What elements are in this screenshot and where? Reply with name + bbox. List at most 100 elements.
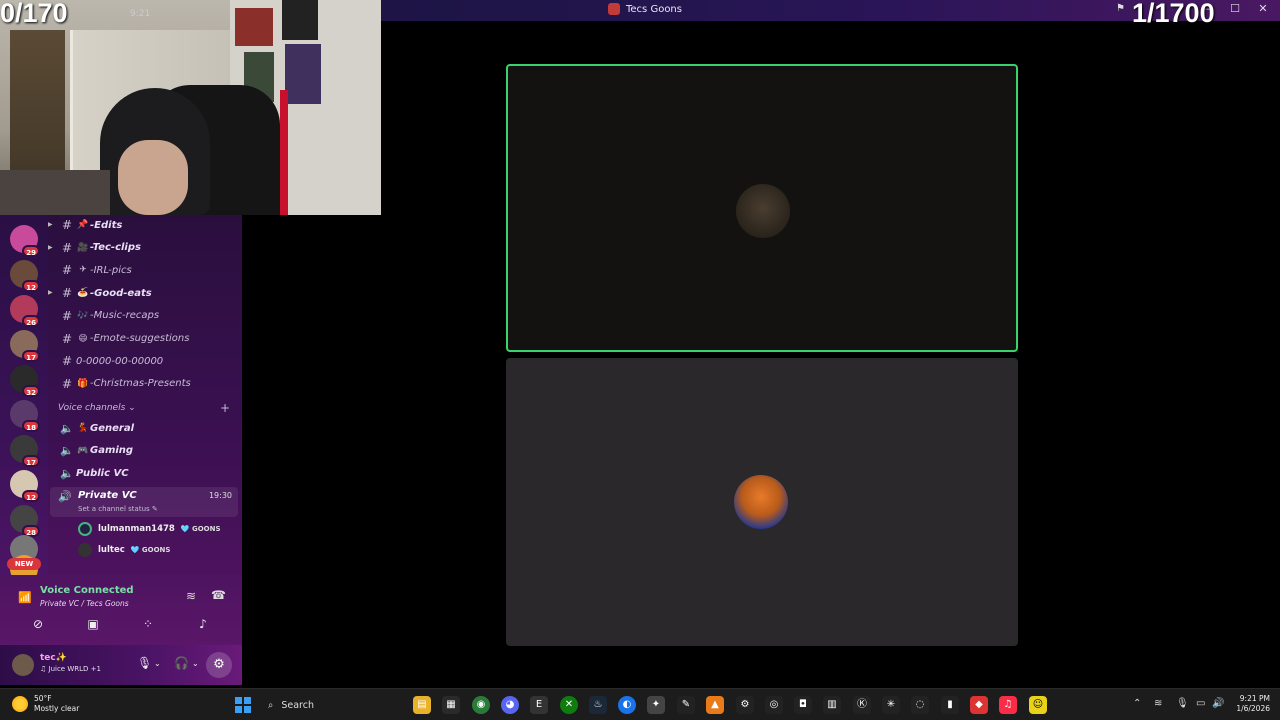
set-channel-status[interactable]: Set a channel status ✎ xyxy=(78,505,158,513)
voice-channel[interactable]: 🔈 Public VC xyxy=(58,463,128,483)
add-channel-button[interactable]: + xyxy=(220,401,230,415)
soundboard-icon[interactable]: ♪ xyxy=(192,617,214,637)
channel-emoji-icon: 💃 xyxy=(77,423,89,433)
noise-suppression-icon[interactable]: ≋ xyxy=(186,589,196,603)
settings-icon[interactable]: ⚙ xyxy=(736,696,754,714)
voice-stage xyxy=(242,21,1280,685)
expand-arrow-icon[interactable]: ▶ xyxy=(48,221,54,228)
gift-icon: 🎁 xyxy=(77,378,89,389)
epic-games-icon[interactable]: E xyxy=(530,696,548,714)
participant-tile[interactable] xyxy=(506,358,1018,646)
chrome-icon[interactable]: ◉ xyxy=(472,696,490,714)
webcam-poster xyxy=(285,44,321,104)
participant-avatar xyxy=(736,184,790,238)
voice-connection-panel: 📶 Voice Connected Private VC / Tecs Goon… xyxy=(0,575,242,645)
server-icon[interactable]: 12 xyxy=(10,260,40,292)
app-icon[interactable]: ▮ xyxy=(941,696,959,714)
pin-icon: 📌 xyxy=(77,220,89,230)
server-icon[interactable]: 12 xyxy=(10,470,40,502)
pen-icon[interactable]: ✎ xyxy=(677,696,695,714)
app-icon[interactable]: ▲ xyxy=(706,696,724,714)
discord-icon[interactable]: ◕ xyxy=(501,696,519,714)
music-icon[interactable]: ♫ xyxy=(999,696,1017,714)
app-icon[interactable]: ✦ xyxy=(647,696,665,714)
activities-icon[interactable]: ⁘ xyxy=(137,617,159,637)
server-icon[interactable]: 17 xyxy=(10,330,40,362)
text-channel[interactable]: # ✈ -IRL-pics xyxy=(58,260,132,280)
network-icon[interactable]: ▭ xyxy=(1196,698,1205,709)
screen-share-icon[interactable]: ▣ xyxy=(82,617,104,637)
microphone-icon[interactable]: 🎙 xyxy=(137,656,152,670)
chevron-down-icon[interactable]: ⌄ xyxy=(154,659,161,668)
emote-icon: 😄 xyxy=(78,333,88,344)
file-explorer-icon[interactable]: ▤ xyxy=(413,696,431,714)
hash-icon: # xyxy=(61,376,73,391)
chevron-down-icon: ⌄ xyxy=(128,403,136,413)
app-icon[interactable]: ☺ xyxy=(1029,696,1047,714)
server-icon[interactable]: 17 xyxy=(10,435,40,467)
app-icon[interactable]: ◘ xyxy=(794,696,812,714)
start-logo-tile xyxy=(244,697,251,704)
app-icon[interactable]: ✳ xyxy=(882,696,900,714)
participant-avatar xyxy=(734,475,788,529)
disconnect-icon[interactable]: ☎ xyxy=(211,588,226,602)
taskbar-search[interactable]: ⌕ Search xyxy=(262,694,406,716)
browser-icon[interactable]: ◐ xyxy=(618,696,636,714)
voice-channels-header[interactable]: Voice channels ⌄ xyxy=(58,403,136,413)
voice-channel[interactable]: 🔈 💃 General xyxy=(58,418,134,438)
avatar[interactable] xyxy=(12,654,34,676)
app-icon[interactable]: ◆ xyxy=(970,696,988,714)
voice-channel[interactable]: 🔈 🎮 Gaming xyxy=(58,441,133,461)
expand-arrow-icon[interactable]: ▶ xyxy=(48,289,54,296)
participant-tile-speaking[interactable] xyxy=(506,64,1018,352)
start-logo-tile xyxy=(235,697,242,704)
app-icon[interactable]: Ⓚ xyxy=(853,696,871,714)
headphones-icon[interactable]: 🎧 xyxy=(174,656,189,670)
browser-icon[interactable]: ◌ xyxy=(911,696,929,714)
mention-badge: 17 xyxy=(22,350,40,362)
signal-icon[interactable]: 📶 xyxy=(18,591,32,604)
tray-icon[interactable]: ≋ xyxy=(1154,698,1162,709)
server-icon[interactable]: 29 xyxy=(10,225,40,257)
close-icon[interactable]: ✕ xyxy=(1256,2,1270,16)
text-channel[interactable]: # 🍝 -Good-eats xyxy=(58,283,152,303)
expand-arrow-icon[interactable]: ▶ xyxy=(48,244,54,251)
chevron-up-icon[interactable]: ⌃ xyxy=(1133,698,1141,709)
server-icon[interactable]: 18 xyxy=(10,400,40,432)
store-icon[interactable]: ▦ xyxy=(442,696,460,714)
microphone-icon[interactable]: 🎙 xyxy=(1176,698,1189,709)
voice-member[interactable]: lulmanman1478 🩵 GOONS xyxy=(78,520,221,538)
xbox-icon[interactable]: ✕ xyxy=(560,696,578,714)
server-icon[interactable]: 28 xyxy=(10,505,40,537)
gear-icon[interactable]: ⚙ xyxy=(206,652,232,678)
obs-icon[interactable]: ◎ xyxy=(765,696,783,714)
text-channel[interactable]: # 🎶 -Music-recaps xyxy=(58,306,159,326)
channel-name: Private VC xyxy=(78,490,137,501)
text-channel[interactable]: # 📌 -Edits xyxy=(58,215,122,235)
volume-icon[interactable]: 🔊 xyxy=(1212,698,1224,709)
voice-channel-private-vc[interactable]: 🔊 Private VC 19:30 Set a channel status … xyxy=(50,487,238,517)
webcam-overlay xyxy=(0,0,381,215)
steam-icon[interactable]: ♨ xyxy=(589,696,607,714)
username[interactable]: tec✨ xyxy=(40,653,67,663)
channel-name: -Christmas-Presents xyxy=(90,378,191,390)
clock[interactable]: 9:21 PM 1/6/2026 xyxy=(1226,694,1270,714)
channel-name: General xyxy=(90,422,134,434)
voice-connected-label[interactable]: Voice Connected xyxy=(40,585,134,596)
text-channel[interactable]: #0-0000-00-00000 xyxy=(58,351,163,371)
text-channel[interactable]: # 🎥 -Tec-clips xyxy=(58,238,141,258)
maximize-icon[interactable]: ☐ xyxy=(1228,2,1242,16)
text-channel[interactable]: # 😄 -Emote-suggestions xyxy=(58,329,189,349)
camera-off-icon[interactable]: ⊘ xyxy=(27,617,49,637)
inbox-flag-icon[interactable]: ⚑ xyxy=(1116,3,1128,15)
voice-member[interactable]: lultec 🩵 GOONS xyxy=(78,541,170,559)
chevron-down-icon[interactable]: ⌄ xyxy=(192,659,199,668)
text-channel[interactable]: # 🎁 -Christmas-Presents xyxy=(58,374,191,394)
member-name: lulmanman1478 xyxy=(98,524,175,534)
start-button[interactable] xyxy=(235,697,251,713)
weather-widget[interactable]: 50°F Mostly clear xyxy=(12,694,79,714)
server-icon[interactable]: 26 xyxy=(10,295,40,327)
app-icon[interactable]: ▥ xyxy=(823,696,841,714)
voice-location[interactable]: Private VC / Tecs Goons xyxy=(40,599,129,608)
server-icon[interactable]: 32 xyxy=(10,365,40,397)
